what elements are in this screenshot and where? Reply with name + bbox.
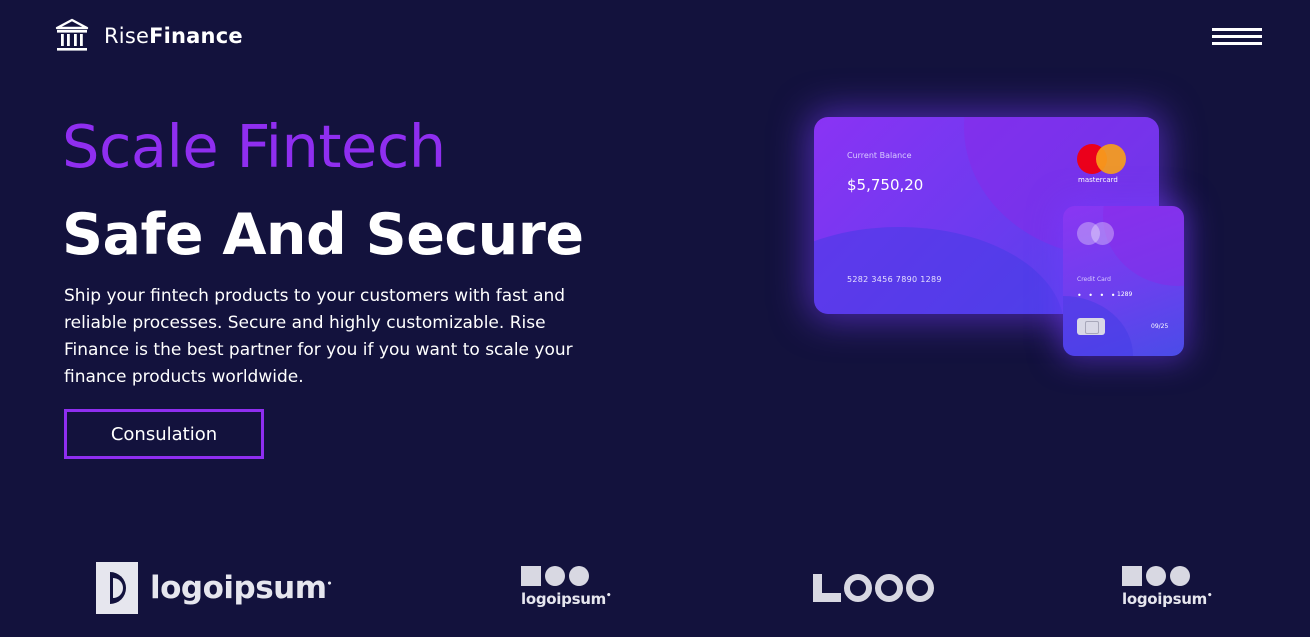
consultation-button[interactable]: Consulation [64, 409, 264, 459]
hero-title: Scale Fintech [62, 112, 446, 181]
square-shape [1122, 566, 1142, 586]
registered-mark: • [326, 579, 333, 590]
circle-shape [1170, 566, 1190, 586]
logoipsum-mark-icon [96, 562, 138, 614]
card-decoration [1103, 206, 1184, 286]
partner-logo-2-word: logoipsum [521, 590, 606, 608]
logo-letter-g [875, 574, 903, 602]
registered-mark: • [605, 591, 612, 601]
square-shape [521, 566, 541, 586]
brand-name-bold: Finance [149, 24, 243, 48]
brand-circle [1091, 222, 1114, 245]
menu-line [1212, 42, 1262, 45]
partner-logo-2: logoipsum• [521, 566, 621, 608]
partner-logo-2-text: logoipsum• [521, 590, 621, 608]
card-decoration [814, 227, 1064, 314]
circle-shape [1146, 566, 1166, 586]
partner-logo-1-text: logoipsum• [150, 570, 332, 606]
card-number: 5282 3456 7890 1289 [847, 275, 942, 284]
brand-logo[interactable]: RiseFinance [54, 18, 243, 54]
masked-card-digits: • • • • [1077, 291, 1118, 300]
circle-shape [545, 566, 565, 586]
partner-logo-4: logoipsum• [1122, 566, 1222, 608]
logo-shapes-icon [1122, 566, 1222, 586]
card-chip-icon [1077, 318, 1105, 335]
menu-line [1212, 28, 1262, 31]
registered-mark: • [1206, 591, 1213, 601]
card-expiry: 09/25 [1151, 323, 1169, 330]
menu-line [1212, 35, 1262, 38]
mastercard-orange-circle [1096, 144, 1126, 174]
partner-logo-1-word: logoipsum [150, 570, 327, 606]
logo-letter-o [844, 574, 872, 602]
card-brand-icon [1077, 222, 1117, 246]
brand-name-light: Rise [104, 24, 150, 48]
card-last-four: 1289 [1117, 291, 1133, 298]
partner-logo-4-text: logoipsum• [1122, 590, 1222, 608]
hero-description: Ship your fintech products to your custo… [64, 286, 573, 387]
circle-shape [569, 566, 589, 586]
balance-label: Current Balance [847, 151, 912, 160]
credit-card-label: Credit Card [1077, 276, 1111, 283]
partner-logo-4-word: logoipsum [1122, 590, 1207, 608]
balance-amount: $5,750,20 [847, 176, 924, 194]
hamburger-menu-icon[interactable] [1212, 28, 1262, 46]
partner-logo-1: logoipsum• [96, 562, 332, 614]
logo-letter-l [813, 574, 841, 602]
brand-name: RiseFinance [104, 24, 243, 48]
mastercard-icon [1076, 144, 1128, 178]
mastercard-wordmark: mastercard [1078, 176, 1118, 184]
landing-page: RiseFinance Scale Fintech Safe And Secur… [0, 0, 1310, 637]
logo-letter-o [906, 574, 934, 602]
bank-columns-icon [55, 18, 89, 51]
hero-subtitle: Safe And Secure [62, 202, 584, 268]
credit-card: Credit Card • • • • 1289 09/25 [1063, 206, 1184, 356]
logo-shapes-icon [521, 566, 621, 586]
partner-logo-3 [813, 574, 934, 602]
